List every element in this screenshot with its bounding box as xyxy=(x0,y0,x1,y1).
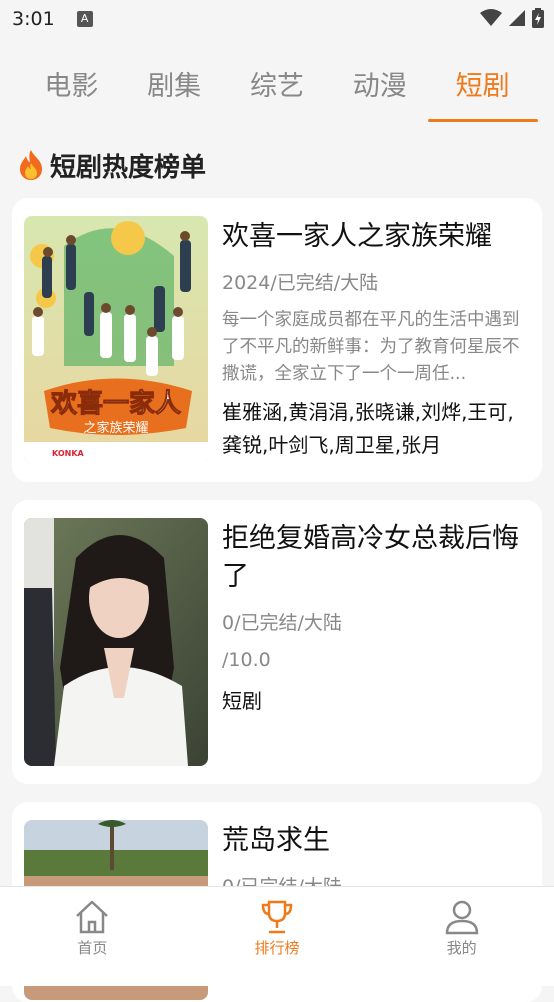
list-item[interactable]: 拒绝复婚高冷女总裁后悔了 0/已完结/大陆 /10.0 短剧 xyxy=(12,500,542,784)
poster-image: 欢喜一家人 之家族荣耀 KONKA xyxy=(24,216,208,464)
tab-movie[interactable]: 电影 xyxy=(32,60,110,122)
nav-home[interactable]: 首页 xyxy=(32,899,152,958)
tab-anime[interactable]: 动漫 xyxy=(341,60,419,122)
poster-image xyxy=(24,518,208,766)
item-info: 拒绝复婚高冷女总裁后悔了 0/已完结/大陆 /10.0 短剧 xyxy=(222,518,530,766)
section-header: 短剧热度榜单 xyxy=(16,145,206,185)
nav-ranking[interactable]: 排行榜 xyxy=(217,899,337,958)
fire-icon xyxy=(20,150,42,180)
section-title: 短剧热度榜单 xyxy=(50,152,207,183)
poster-title-text: 欢喜一家人 xyxy=(50,388,181,419)
nav-profile[interactable]: 我的 xyxy=(402,899,522,958)
battery-icon xyxy=(532,8,544,28)
item-description: 每一个家庭成员都在平凡的生活中遇到了不平凡的新鲜事：为了教育何星辰不撒谎，全家立… xyxy=(222,310,520,384)
user-icon xyxy=(445,900,478,935)
list-item[interactable]: 欢喜一家人 之家族荣耀 KONKA 欢喜一家人之家族荣耀 2024/已完结/大陆… xyxy=(12,198,542,482)
nav-profile-label: 我的 xyxy=(446,939,477,957)
status-bar: 3:01 A xyxy=(0,0,554,38)
home-icon xyxy=(76,900,109,934)
item-meta: 2024/已完结/大陆 xyxy=(222,272,379,294)
item-genre: 短剧 xyxy=(222,689,262,713)
notification-icon: A xyxy=(76,11,93,27)
signal-icon xyxy=(509,10,525,26)
trophy-icon xyxy=(261,900,293,934)
category-tabs: 电影 剧集 综艺 动漫 短剧 xyxy=(0,60,554,124)
poster-subtitle-text: 之家族荣耀 xyxy=(83,420,148,436)
item-rating: /10.0 xyxy=(222,649,271,671)
item-title: 拒绝复婚高冷女总裁后悔了 xyxy=(222,523,519,592)
item-actors: 崔雅涵,黄涓涓,张晓谦,刘烨,王可,龚锐,叶剑飞,周卫星,张月 xyxy=(222,400,514,457)
nav-ranking-label: 排行榜 xyxy=(254,939,300,957)
item-meta: 0/已完结/大陆 xyxy=(222,612,342,634)
nav-home-label: 首页 xyxy=(77,939,108,957)
tab-series[interactable]: 剧集 xyxy=(135,60,213,122)
status-icons xyxy=(480,8,544,28)
bottom-navigation: 首页 排行榜 我的 xyxy=(0,886,554,986)
tab-variety[interactable]: 综艺 xyxy=(238,60,316,122)
item-info: 欢喜一家人之家族荣耀 2024/已完结/大陆 每一个家庭成员都在平凡的生活中遇到… xyxy=(222,216,530,464)
status-time: 3:01 xyxy=(12,8,55,30)
wifi-icon xyxy=(480,9,502,26)
poster-sponsor-text: KONKA xyxy=(52,449,85,458)
tab-short-drama[interactable]: 短剧 xyxy=(427,60,538,122)
item-title: 欢喜一家人之家族荣耀 xyxy=(222,221,492,252)
item-title: 荒岛求生 xyxy=(222,825,330,856)
